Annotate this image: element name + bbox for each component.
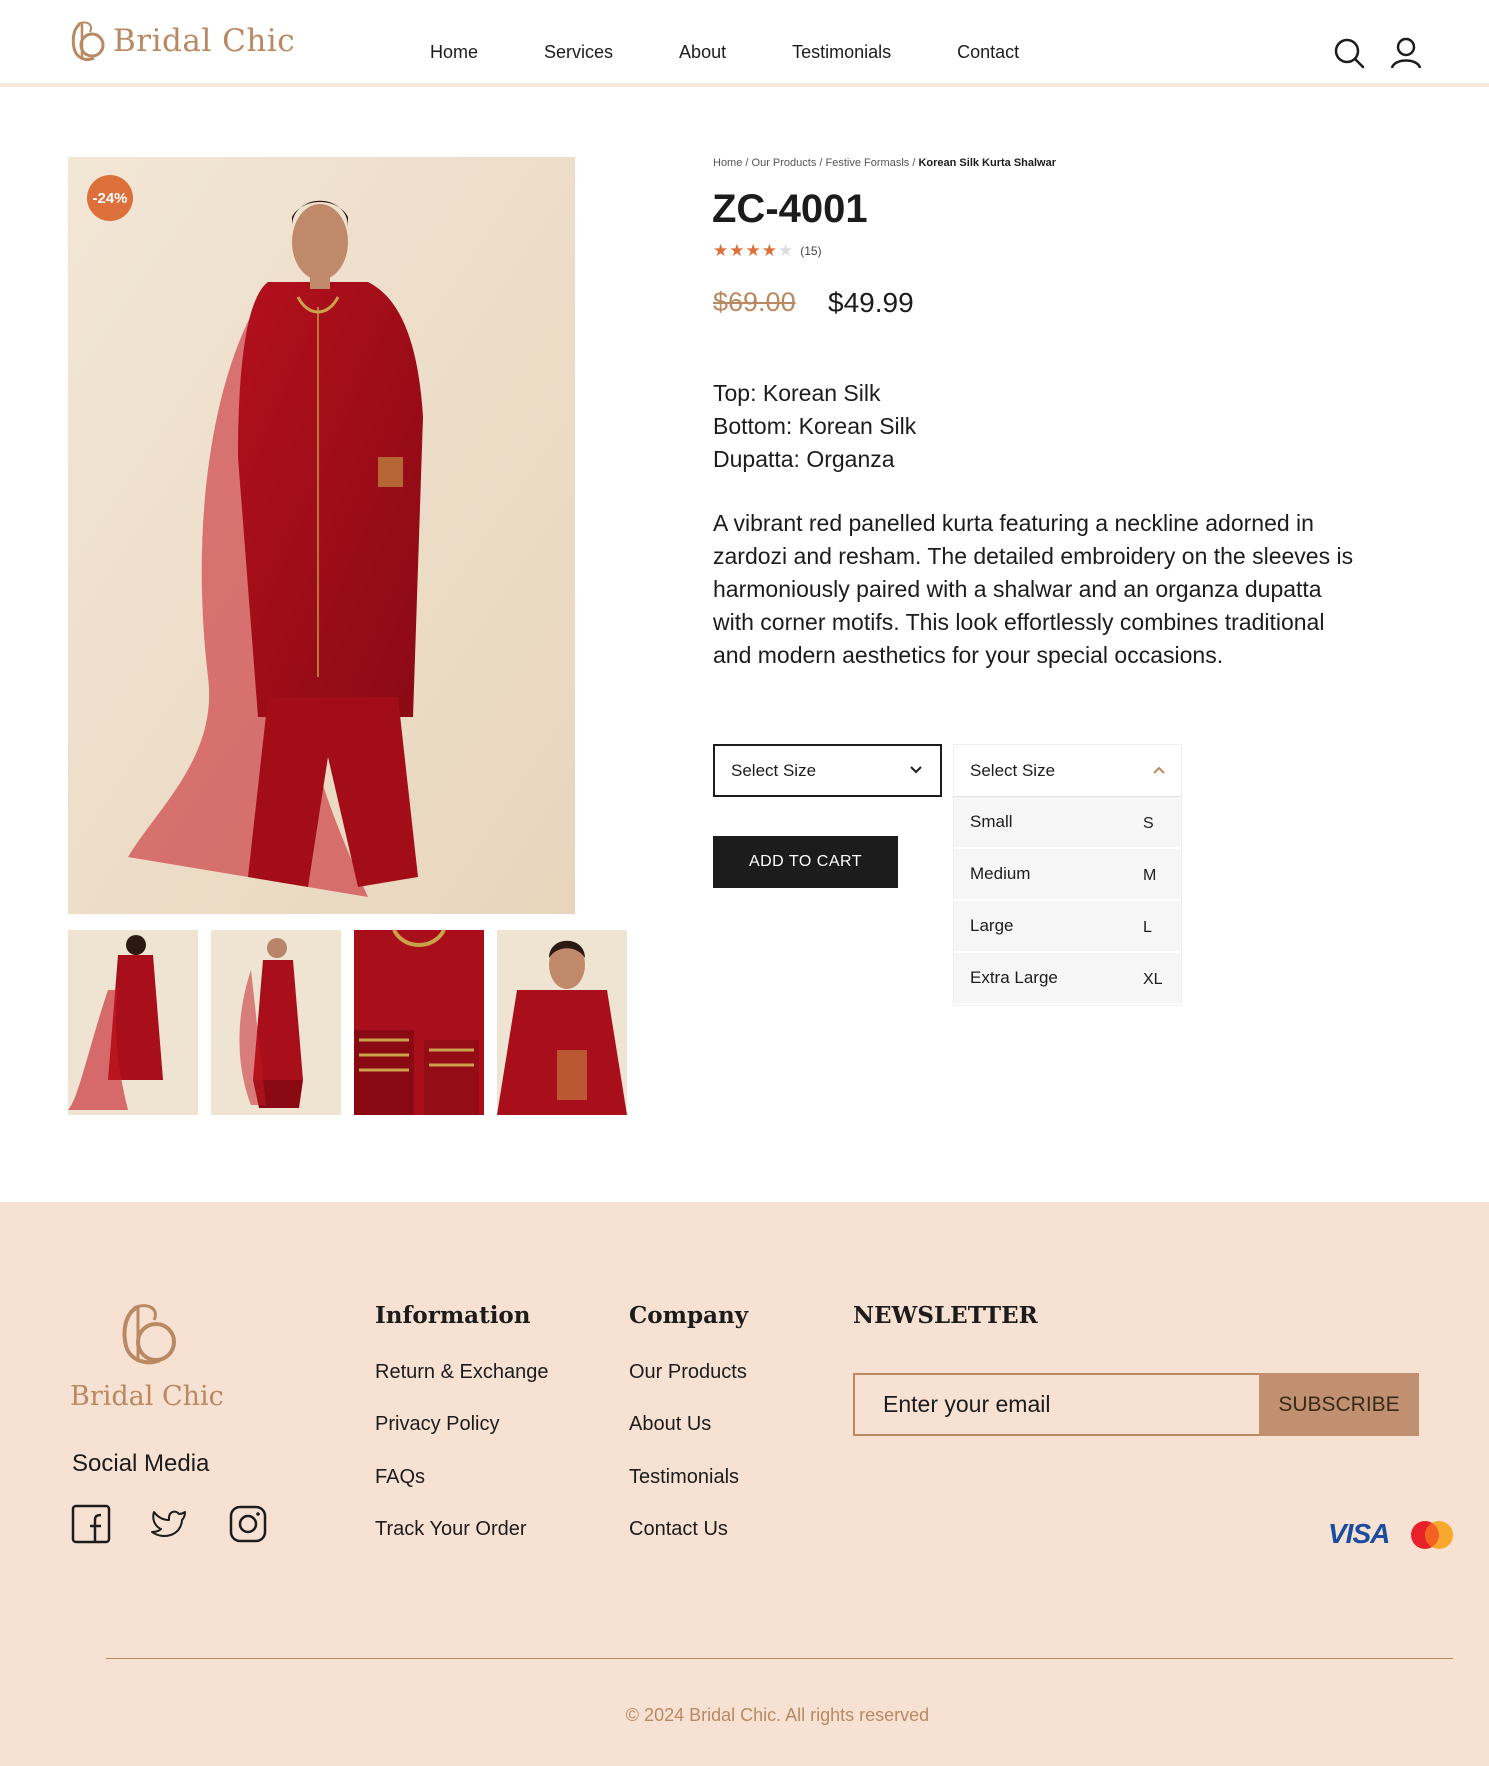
- newsletter-email-input[interactable]: [853, 1373, 1260, 1436]
- spec-top: Top: Korean Silk: [713, 380, 881, 406]
- footer-divider: [106, 1658, 1453, 1659]
- thumbnail-3[interactable]: [354, 930, 484, 1115]
- link-our-products[interactable]: Our Products: [629, 1361, 747, 1384]
- breadcrumb-our-products[interactable]: Our Products: [752, 157, 817, 169]
- nav-home[interactable]: Home: [430, 42, 478, 63]
- size-option-small[interactable]: Small S: [954, 797, 1181, 849]
- product-specs: Top: Korean Silk Bottom: Korean Silk Dup…: [713, 377, 916, 476]
- link-return-exchange[interactable]: Return & Exchange: [375, 1361, 548, 1384]
- discount-badge: -24%: [87, 175, 133, 221]
- thumbnail-4[interactable]: [497, 930, 627, 1115]
- breadcrumb-home[interactable]: Home: [713, 157, 742, 169]
- main-nav: Home Services About Testimonials Contact: [430, 42, 1085, 63]
- size-select[interactable]: Select Size: [713, 744, 942, 797]
- footer-logo[interactable]: Bridal Chic: [70, 1300, 224, 1412]
- chevron-down-icon: [910, 766, 922, 774]
- product-main-image: [68, 157, 575, 914]
- user-icon[interactable]: [1389, 36, 1423, 70]
- link-about-us[interactable]: About Us: [629, 1413, 711, 1436]
- mastercard-icon: [1411, 1521, 1453, 1549]
- subscribe-button[interactable]: SUBSCRIBE: [1259, 1373, 1419, 1436]
- link-contact-us[interactable]: Contact Us: [629, 1518, 728, 1541]
- site-header: Bridal Chic Home Services About Testimon…: [0, 0, 1489, 87]
- nav-services[interactable]: Services: [544, 42, 613, 63]
- size-option-label: Medium: [970, 864, 1031, 883]
- spec-dupatta: Dupatta: Organza: [713, 446, 895, 472]
- size-option-code: M: [1143, 867, 1157, 884]
- size-option-code: XL: [1143, 971, 1163, 988]
- size-option-label: Small: [970, 812, 1013, 831]
- link-track-order[interactable]: Track Your Order: [375, 1518, 527, 1541]
- rating-stars: ★ ★ ★ ★ ★ (15): [713, 242, 822, 259]
- footer-brand-name: Bridal Chic: [70, 1381, 224, 1412]
- newsletter-title: NEWSLETTER: [853, 1302, 1038, 1329]
- link-testimonials[interactable]: Testimonials: [629, 1466, 739, 1489]
- product-description: A vibrant red panelled kurta featuring a…: [713, 510, 1354, 668]
- star-filled-icon: ★: [729, 241, 745, 260]
- size-dropdown-header[interactable]: Select Size: [954, 745, 1181, 797]
- size-option-extra-large[interactable]: Extra Large XL: [954, 953, 1181, 1005]
- star-filled-icon: ★: [713, 241, 729, 260]
- visa-logo: VISA: [1328, 1518, 1390, 1549]
- brand-name: Bridal Chic: [113, 23, 296, 59]
- size-option-large[interactable]: Large L: [954, 901, 1181, 953]
- site-footer: [0, 1202, 1489, 1766]
- size-option-code: S: [1143, 815, 1154, 832]
- star-empty-icon: ★: [778, 241, 794, 260]
- size-option-label: Large: [970, 916, 1014, 935]
- size-option-medium[interactable]: Medium M: [954, 849, 1181, 901]
- nav-contact[interactable]: Contact: [957, 42, 1019, 63]
- nav-about[interactable]: About: [679, 42, 726, 63]
- breadcrumb: Home / Our Products / Festive Formasls /…: [713, 157, 1056, 169]
- information-title: Information: [375, 1302, 531, 1329]
- breadcrumb-current: Korean Silk Kurta Shalwar: [918, 157, 1057, 169]
- brand-logo[interactable]: Bridal Chic: [68, 18, 295, 64]
- link-faqs[interactable]: FAQs: [375, 1466, 425, 1489]
- twitter-icon[interactable]: [149, 1504, 189, 1544]
- add-to-cart-button[interactable]: ADD TO CART: [713, 836, 898, 888]
- size-dropdown-label: Select Size: [970, 760, 1056, 780]
- copyright: © 2024 Bridal Chic. All rights reserved: [625, 1705, 930, 1725]
- breadcrumb-festive-formals[interactable]: Festive Formasls: [826, 157, 910, 169]
- size-option-code: L: [1143, 919, 1152, 936]
- review-count[interactable]: (15): [800, 244, 821, 258]
- company-title: Company: [629, 1302, 749, 1329]
- instagram-icon[interactable]: [228, 1504, 268, 1544]
- chevron-up-icon: [1153, 766, 1165, 774]
- search-icon[interactable]: [1332, 36, 1366, 70]
- thumbnail-2[interactable]: [211, 930, 341, 1115]
- size-dropdown-open: Select Size Small S Medium M Large L Ext…: [953, 744, 1182, 1006]
- logo-monogram-icon: [122, 1304, 176, 1365]
- spec-bottom: Bottom: Korean Silk: [713, 413, 917, 439]
- size-option-label: Extra Large: [970, 968, 1058, 987]
- social-media-title: Social Media: [72, 1450, 210, 1477]
- logo-monogram-icon: [71, 21, 105, 62]
- size-select-label: Select Size: [731, 760, 817, 780]
- star-filled-icon: ★: [761, 241, 777, 260]
- facebook-icon[interactable]: [71, 1504, 111, 1544]
- thumbnail-1[interactable]: [68, 930, 198, 1115]
- nav-testimonials[interactable]: Testimonials: [792, 42, 891, 63]
- sale-price: $49.99: [828, 287, 914, 318]
- star-filled-icon: ★: [745, 241, 761, 260]
- original-price: $69.00: [713, 287, 796, 317]
- product-title: ZC-4001: [712, 187, 868, 231]
- link-privacy-policy[interactable]: Privacy Policy: [375, 1413, 499, 1436]
